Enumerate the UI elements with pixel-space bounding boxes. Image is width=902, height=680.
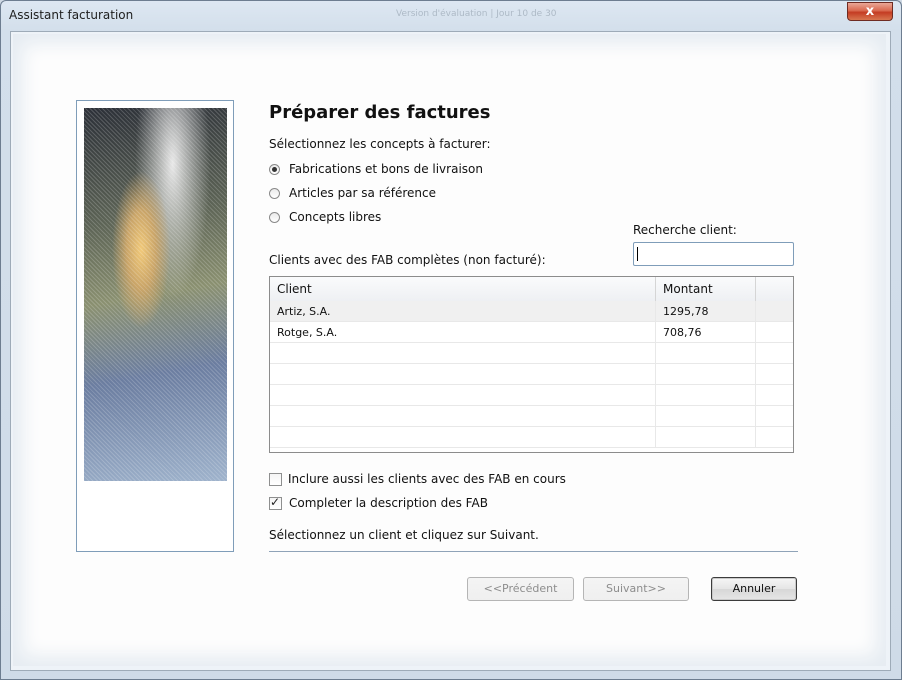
- radio-fabrications[interactable]: [269, 164, 280, 175]
- column-header-montant[interactable]: Montant: [656, 277, 756, 301]
- divider: [269, 551, 798, 552]
- empty-row: [270, 385, 793, 406]
- instruction-text: Sélectionnez un client et cliquez sur Su…: [269, 528, 539, 542]
- radio-articles-label[interactable]: Articles par sa référence: [289, 186, 436, 200]
- title-bar[interactable]: Assistant facturation Version d'évaluati…: [1, 1, 901, 29]
- empty-cell: [656, 427, 756, 448]
- people-photo-image: [84, 108, 227, 481]
- grid-header: Client Montant: [270, 277, 793, 302]
- column-header-client[interactable]: Client: [270, 277, 656, 301]
- previous-button[interactable]: <<Précédent: [467, 577, 574, 601]
- search-label: Recherche client:: [633, 223, 737, 237]
- side-image-panel: [76, 100, 234, 552]
- close-button[interactable]: x: [847, 2, 893, 21]
- radio-fabrications-label[interactable]: Fabrications et bons de livraison: [289, 162, 483, 176]
- clients-grid-label: Clients avec des FAB complètes (non fact…: [269, 253, 546, 267]
- include-in-progress-checkbox[interactable]: [269, 473, 282, 486]
- empty-cell: [270, 427, 656, 448]
- empty-cell: [270, 406, 656, 427]
- empty-cell: [656, 364, 756, 385]
- empty-cell: [270, 343, 656, 364]
- clients-grid[interactable]: Client Montant Artiz, S.A. 1295,78 Rotge…: [269, 276, 794, 453]
- search-client-input[interactable]: [633, 242, 794, 266]
- concepts-prompt: Sélectionnez les concepts à facturer:: [269, 137, 491, 151]
- table-row[interactable]: Rotge, S.A. 708,76: [270, 322, 793, 343]
- page-title: Préparer des factures: [269, 102, 491, 123]
- complete-description-label[interactable]: Completer la description des FAB: [289, 496, 488, 510]
- cell-montant: 708,76: [656, 322, 756, 343]
- empty-cell: [656, 406, 756, 427]
- radio-concepts-libres[interactable]: [269, 212, 280, 223]
- empty-cell: [270, 385, 656, 406]
- empty-cell: [656, 343, 756, 364]
- empty-row: [270, 343, 793, 364]
- radio-articles[interactable]: [269, 188, 280, 199]
- empty-row: [270, 427, 793, 448]
- cancel-button[interactable]: Annuler: [711, 577, 797, 601]
- window-subtitle: Version d'évaluation | Jour 10 de 30: [396, 9, 557, 19]
- table-row[interactable]: Artiz, S.A. 1295,78: [270, 301, 793, 322]
- empty-cell: [270, 364, 656, 385]
- next-button[interactable]: Suivant>>: [583, 577, 689, 601]
- empty-row: [270, 364, 793, 385]
- close-icon: x: [865, 4, 875, 19]
- radio-concepts-libres-label[interactable]: Concepts libres: [289, 210, 381, 224]
- empty-row: [270, 406, 793, 427]
- window-title: Assistant facturation: [9, 8, 134, 22]
- cell-client: Rotge, S.A.: [270, 322, 656, 343]
- cell-montant: 1295,78: [656, 301, 756, 322]
- empty-cell: [656, 385, 756, 406]
- complete-description-checkbox[interactable]: [269, 495, 282, 510]
- text-caret: [637, 247, 638, 261]
- cell-client: Artiz, S.A.: [270, 301, 656, 322]
- include-in-progress-label[interactable]: Inclure aussi les clients avec des FAB e…: [288, 472, 566, 486]
